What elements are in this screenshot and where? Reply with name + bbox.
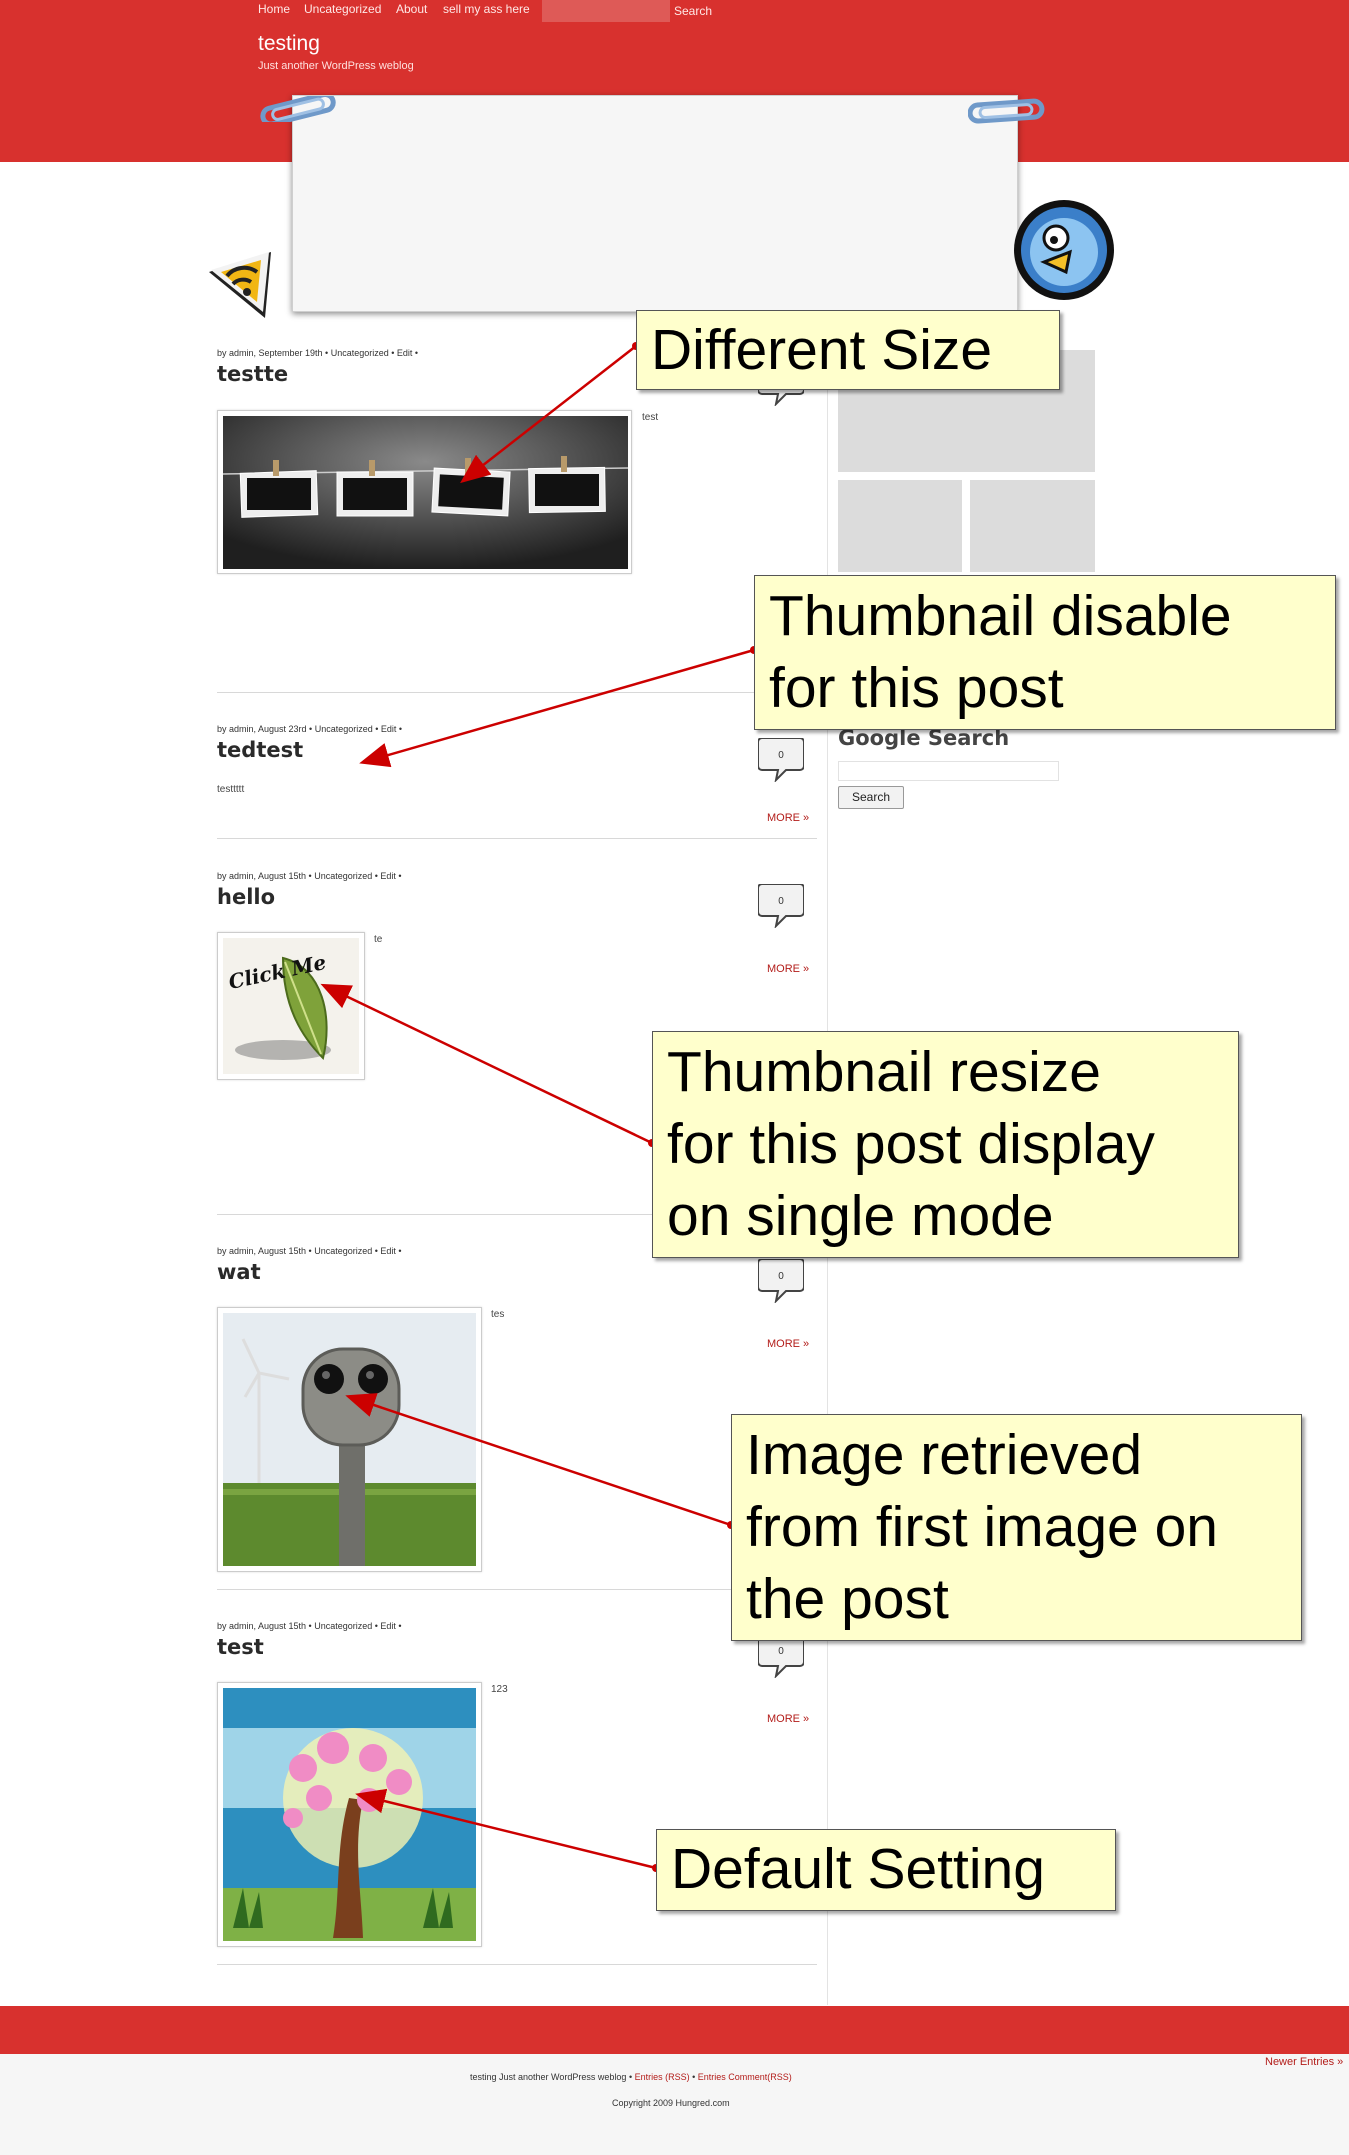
- post-meta: by admin, August 15th • Uncategorized • …: [217, 871, 402, 881]
- comment-count: 0: [778, 1646, 784, 1657]
- more-link[interactable]: MORE »: [767, 812, 809, 824]
- note-default-setting: Default Setting: [656, 1829, 1116, 1911]
- note-text-line: Image retrieved: [746, 1423, 1143, 1487]
- note-text: Default Setting: [671, 1837, 1045, 1901]
- nav-search-button[interactable]: Search: [674, 4, 712, 18]
- comment-count: 0: [778, 750, 784, 761]
- post-thumbnail[interactable]: [217, 1682, 482, 1947]
- twitter-bird-icon[interactable]: [1010, 192, 1114, 310]
- more-link[interactable]: MORE »: [767, 963, 809, 975]
- comments-rss-link[interactable]: Entries Comment(RSS): [698, 2072, 792, 2082]
- post-meta: by admin, August 15th • Uncategorized • …: [217, 1246, 402, 1256]
- footer-site-name: testing Just another WordPress weblog: [470, 2072, 627, 2082]
- note-text-line: on single mode: [667, 1184, 1054, 1248]
- click-me-leaf-icon: Click Me: [223, 938, 359, 1074]
- note-thumbnail-disable: Thumbnail disable for this post: [754, 575, 1336, 730]
- more-link[interactable]: MORE »: [767, 1713, 809, 1725]
- post-divider: [217, 838, 817, 839]
- comment-bubble-icon[interactable]: 0: [758, 738, 804, 782]
- post-meta: by admin, August 15th • Uncategorized • …: [217, 1621, 402, 1631]
- nav-about[interactable]: About: [396, 2, 427, 16]
- blossom-tree-icon: [223, 1688, 476, 1941]
- sidebar-ad-small-left[interactable]: [838, 480, 962, 572]
- site-tagline: Just another WordPress weblog: [258, 60, 414, 72]
- note-text-line: the post: [746, 1567, 949, 1631]
- post-divider: [217, 1964, 817, 1965]
- post-title[interactable]: tedtest: [217, 738, 303, 762]
- note-text-line: for this post display: [667, 1112, 1155, 1176]
- note-text-line: for this post: [769, 656, 1064, 720]
- post-excerpt: testtttt: [217, 784, 245, 795]
- post-divider: [217, 1589, 817, 1590]
- entries-rss-link[interactable]: Entries (RSS): [635, 2072, 690, 2082]
- site-title[interactable]: testing: [258, 32, 320, 56]
- note-different-size: Different Size: [636, 310, 1060, 390]
- newer-entries-link[interactable]: Newer Entries »: [1265, 2056, 1343, 2068]
- note-image-retrieved: Image retrieved from first image on the …: [731, 1414, 1302, 1641]
- post-title[interactable]: hello: [217, 885, 275, 909]
- post-title[interactable]: test: [217, 1635, 264, 1659]
- comment-bubble-icon[interactable]: 0: [758, 1259, 804, 1303]
- nav-sell[interactable]: sell my ass here: [443, 2, 530, 16]
- post-excerpt: 123: [491, 1684, 508, 1695]
- post-excerpt: tes: [491, 1309, 505, 1320]
- featured-content-box: [292, 95, 1018, 312]
- comment-count: 0: [778, 896, 784, 907]
- google-search-button[interactable]: Search: [838, 786, 904, 809]
- note-thumbnail-resize: Thumbnail resize for this post display o…: [652, 1031, 1239, 1258]
- post-meta: by admin, September 19th • Uncategorized…: [217, 348, 419, 358]
- note-text-line: Thumbnail disable: [769, 584, 1232, 648]
- nav-home[interactable]: Home: [258, 2, 290, 16]
- post-title[interactable]: wat: [217, 1260, 261, 1284]
- post-meta: by admin, August 23rd • Uncategorized • …: [217, 724, 403, 734]
- clothesline-photo-icon: [223, 416, 628, 569]
- paperclip-left-icon: [260, 96, 336, 122]
- copyright: Copyright 2009 Hungred.com: [612, 2098, 730, 2108]
- paperclip-right-icon: [968, 98, 1045, 124]
- post-thumbnail[interactable]: [217, 410, 632, 574]
- rss-feed-icon[interactable]: [203, 246, 295, 324]
- post-divider: [217, 692, 817, 693]
- nav-uncategorized[interactable]: Uncategorized: [304, 2, 381, 16]
- footer-band: [0, 2006, 1349, 2054]
- post-excerpt: test: [642, 412, 659, 423]
- note-text: Different Size: [651, 318, 993, 382]
- note-text-line: from first image on: [746, 1495, 1218, 1559]
- post-thumbnail[interactable]: [217, 1307, 482, 1572]
- comment-count: 0: [778, 1271, 784, 1282]
- note-text-line: Thumbnail resize: [667, 1040, 1102, 1104]
- footer-links: testing Just another WordPress weblog • …: [470, 2072, 792, 2082]
- nav-search-input[interactable]: [542, 0, 670, 22]
- post-thumbnail[interactable]: Click Me: [217, 932, 365, 1080]
- comment-bubble-icon[interactable]: 0: [758, 884, 804, 928]
- more-link[interactable]: MORE »: [767, 1338, 809, 1350]
- sidebar-ad-small-right[interactable]: [970, 480, 1095, 572]
- post-excerpt: te: [374, 934, 383, 945]
- binoculars-photo-icon: [223, 1313, 476, 1566]
- post-title[interactable]: testte: [217, 362, 288, 386]
- google-search-input[interactable]: [838, 761, 1059, 781]
